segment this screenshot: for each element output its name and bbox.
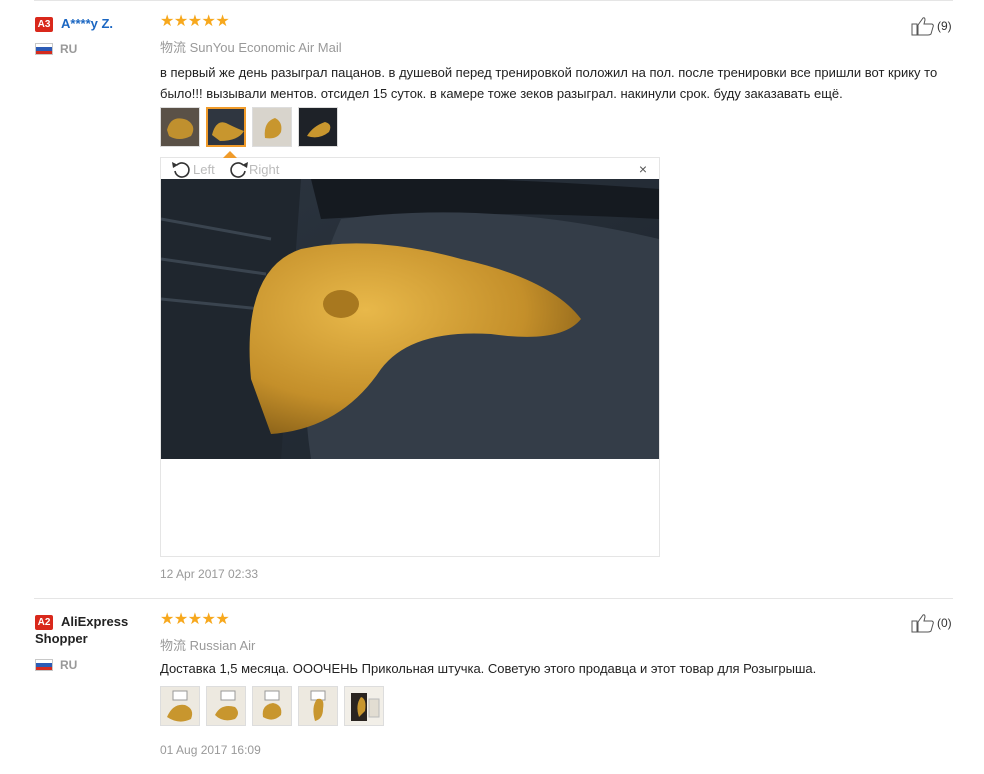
star-rating: ★★★★★ <box>160 611 230 628</box>
photo-thumbnail-image <box>207 687 245 725</box>
review-photos <box>160 107 338 147</box>
photo-thumbnail[interactable] <box>252 107 292 147</box>
like-count: (0) <box>937 616 952 630</box>
close-viewer-button[interactable]: × <box>639 161 647 177</box>
reviewer-name-link[interactable]: A****y Z. <box>61 15 113 32</box>
photo-thumbnail-image <box>299 108 337 146</box>
rotate-left-icon <box>172 162 190 178</box>
rotate-right-icon <box>230 162 248 178</box>
star-rating: ★★★★★ <box>160 13 230 30</box>
logistics-label: 物流 <box>160 638 187 653</box>
reviewer-name-link[interactable]: AliExpress Shopper <box>35 613 145 647</box>
photo-thumbnail[interactable] <box>252 686 292 726</box>
logistics-info: 物流 Russian Air <box>160 635 255 654</box>
viewer-pointer <box>223 151 237 158</box>
review-text: в первый же день разыграл пацанов. в душ… <box>160 65 938 101</box>
photo-thumbnail[interactable] <box>206 686 246 726</box>
photo-thumbnail[interactable] <box>160 686 200 726</box>
buyer-level-badge: A3 <box>35 17 53 32</box>
rotate-left-label: Left <box>193 161 215 177</box>
like-button[interactable]: (9) <box>911 16 952 36</box>
review-photo-large <box>161 179 659 459</box>
like-button[interactable]: (0) <box>911 613 952 633</box>
thumbs-up-icon <box>911 614 934 633</box>
review-item: A3 A****y Z. RU ★★★★★ 物流 SunYou Economic… <box>0 0 984 598</box>
photo-thumbnail-image <box>253 108 291 146</box>
review-photos <box>160 686 384 726</box>
flag-icon <box>35 43 53 55</box>
photo-thumbnail-image <box>161 687 199 725</box>
rotate-left-button[interactable]: Left <box>171 159 215 179</box>
photo-viewer: Left Right × <box>160 151 660 557</box>
photo-thumbnail[interactable] <box>344 686 384 726</box>
thumbs-up-icon <box>911 17 934 36</box>
rotate-right-label: Right <box>249 161 280 177</box>
photo-thumbnail-image <box>253 687 291 725</box>
photo-thumbnail-image <box>345 687 383 725</box>
logistics-name: Russian Air <box>189 638 256 653</box>
photo-thumbnail-image <box>208 109 244 145</box>
flag-icon <box>35 659 53 671</box>
logistics-info: 物流 SunYou Economic Air Mail <box>160 37 342 56</box>
photo-thumbnail-image <box>299 687 337 725</box>
logistics-label: 物流 <box>160 40 187 55</box>
like-count: (9) <box>937 19 952 33</box>
photo-thumbnail-active[interactable] <box>206 107 246 147</box>
logistics-name: SunYou Economic Air Mail <box>189 40 342 55</box>
rotate-right-button[interactable]: Right <box>227 159 279 179</box>
review-item: A2 AliExpress Shopper RU ★★★★★ 物流 Russia… <box>0 599 984 774</box>
photo-thumbnail[interactable] <box>160 107 200 147</box>
photo-thumbnail[interactable] <box>298 107 338 147</box>
reviewer-country: RU <box>60 42 78 56</box>
review-date: 01 Aug 2017 16:09 <box>160 743 261 757</box>
photo-thumbnail-image <box>161 108 199 146</box>
review-date: 12 Apr 2017 02:33 <box>160 567 259 581</box>
review-text: Доставка 1,5 месяца. ОООЧЕНЬ Прикольная … <box>160 661 817 676</box>
review-photo-image <box>161 179 659 459</box>
reviewer-country: RU <box>60 658 78 672</box>
photo-thumbnail[interactable] <box>298 686 338 726</box>
